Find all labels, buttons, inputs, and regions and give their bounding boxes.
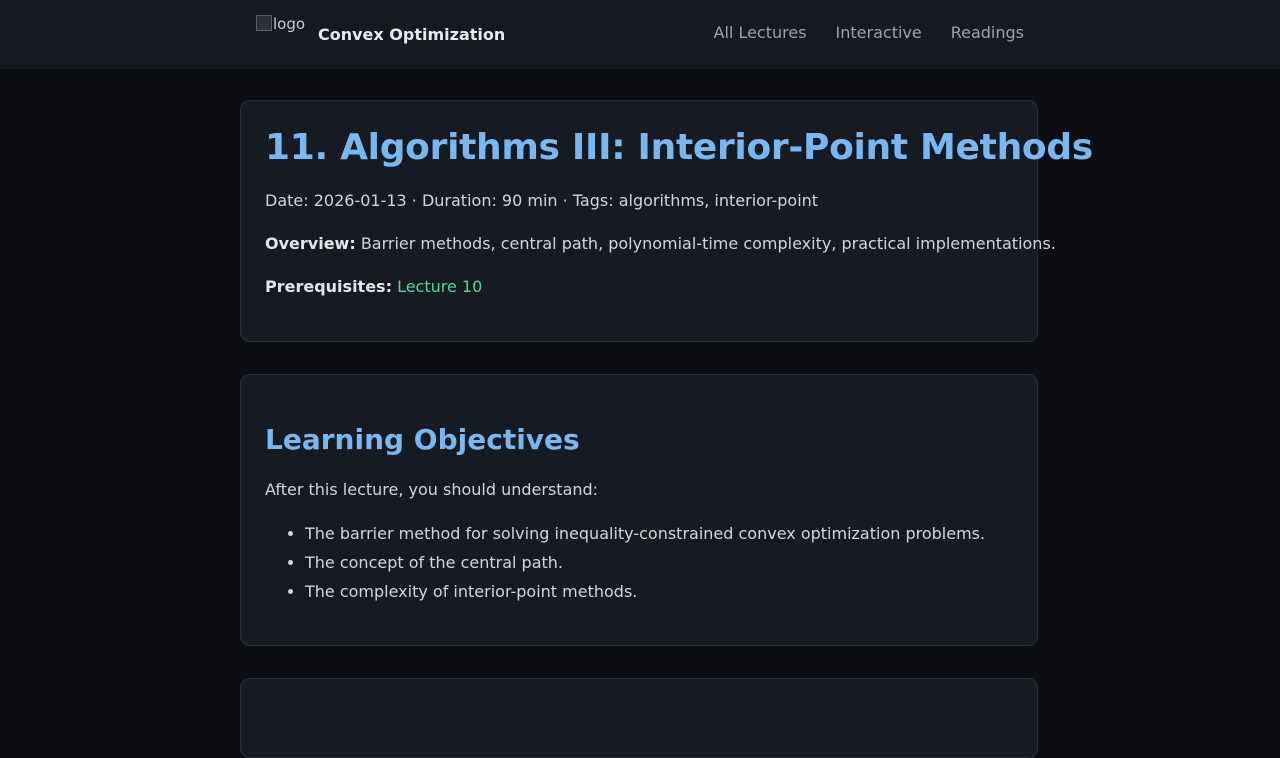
broken-image-icon xyxy=(256,15,272,31)
main-nav: All Lectures Interactive Readings xyxy=(714,23,1024,42)
top-navbar: logo Convex Optimization All Lectures In… xyxy=(0,0,1280,69)
list-item: The complexity of interior-point methods… xyxy=(305,579,985,608)
objectives-intro: After this lecture, you should understan… xyxy=(265,480,599,499)
prerequisites-label: Prerequisites: xyxy=(265,277,392,296)
nav-link-readings[interactable]: Readings xyxy=(951,23,1024,42)
objectives-list: The barrier method for solving inequalit… xyxy=(265,521,985,608)
prerequisite-link-lecture-10[interactable]: Lecture 10 xyxy=(397,277,482,296)
learning-objectives-heading: Learning Objectives xyxy=(265,423,580,456)
nav-link-interactive[interactable]: Interactive xyxy=(836,23,922,42)
learning-objectives-card: Learning Objectives After this lecture, … xyxy=(240,374,1038,646)
nav-link-all-lectures[interactable]: All Lectures xyxy=(714,23,807,42)
lecture-meta: Date: 2026-01-13 · Duration: 90 min · Ta… xyxy=(265,191,819,210)
site-title[interactable]: Convex Optimization xyxy=(318,25,505,44)
logo-image: logo xyxy=(256,15,306,45)
list-item: The concept of the central path. xyxy=(305,550,985,579)
lecture-prerequisites: Prerequisites: Lecture 10 xyxy=(265,277,482,296)
logo-alt-text: logo xyxy=(273,15,306,33)
brand[interactable]: logo Convex Optimization xyxy=(256,15,505,52)
next-section-card xyxy=(240,678,1038,758)
lecture-header-card: 11. Algorithms III: Interior-Point Metho… xyxy=(240,100,1093,342)
list-item: The barrier method for solving inequalit… xyxy=(305,521,985,550)
overview-label: Overview: xyxy=(265,234,356,253)
lecture-overview: Overview: Barrier methods, central path,… xyxy=(265,234,1056,253)
lecture-title: 11. Algorithms III: Interior-Point Metho… xyxy=(265,127,1093,168)
overview-text: Barrier methods, central path, polynomia… xyxy=(360,234,1056,253)
